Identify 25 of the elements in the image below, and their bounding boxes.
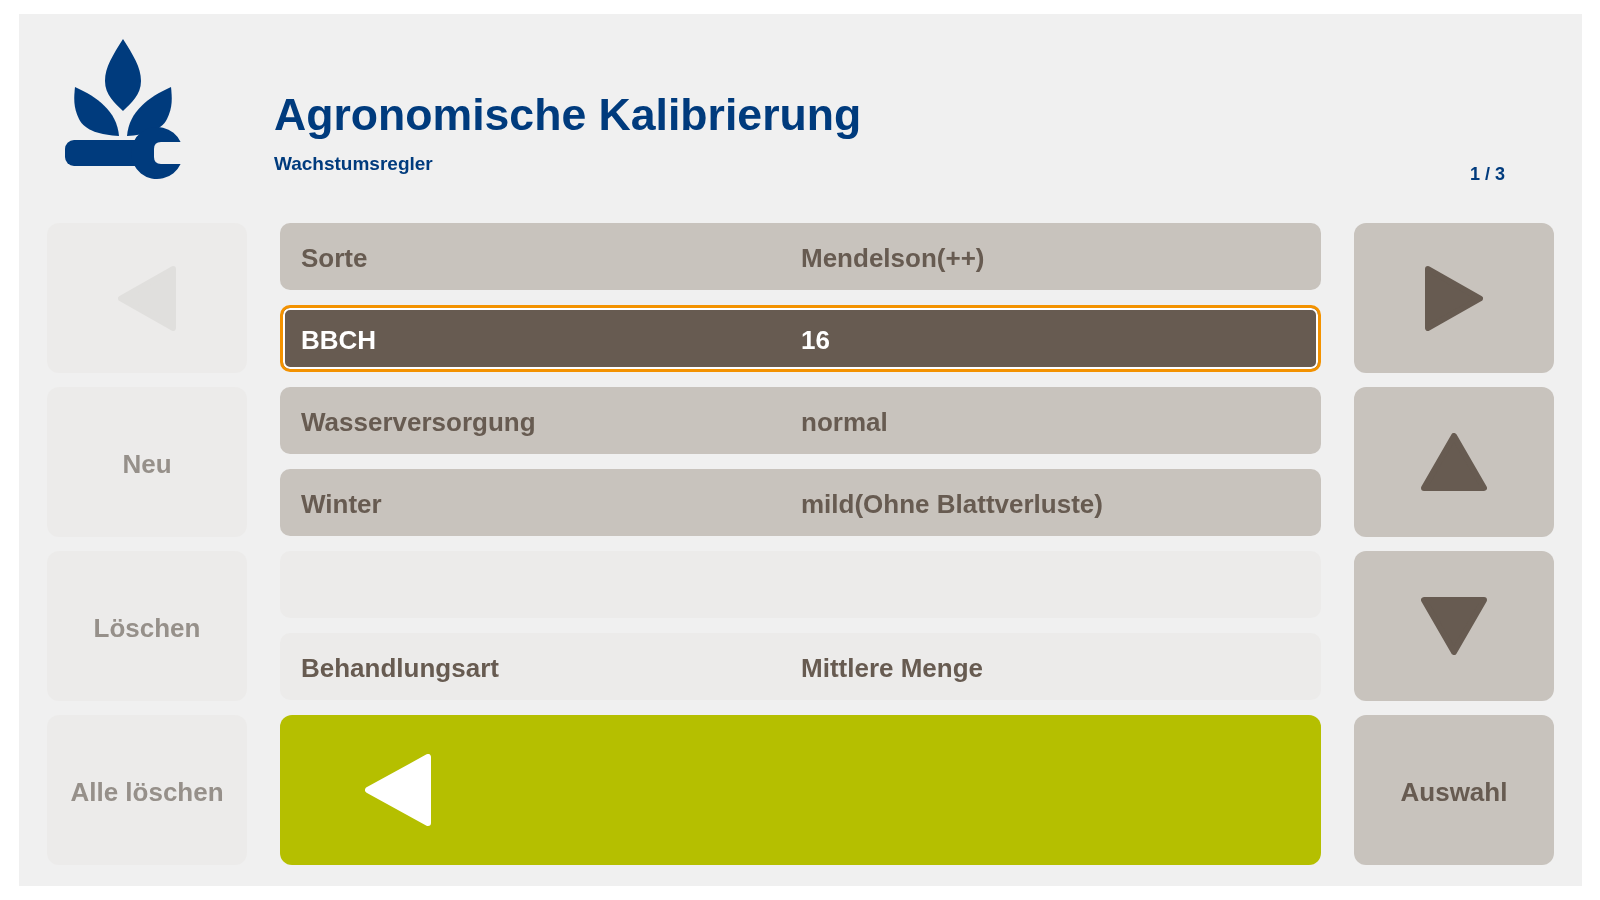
left-triangle-icon <box>365 754 431 826</box>
page-indicator: 1 / 3 <box>1469 163 1505 185</box>
setting-row[interactable]: Wasserversorgung normal <box>280 387 1321 454</box>
setting-row[interactable]: BBCH 16 <box>280 305 1321 372</box>
setting-row[interactable]: Sorte Mendelson(++) <box>280 223 1321 290</box>
setting-label: Behandlungsart <box>301 653 500 684</box>
setting-label: BBCH <box>301 325 378 356</box>
setting-label: Winter <box>301 489 383 520</box>
setting-value: 16 <box>801 325 831 356</box>
screen-title: Agronomische Kalibrierung <box>274 89 862 141</box>
action-button[interactable]: Auswahl <box>1354 715 1554 865</box>
setting-label: Wasserversorgung <box>301 407 537 438</box>
up-triangle-icon <box>1421 433 1487 491</box>
scroll-down-button[interactable] <box>1354 551 1554 701</box>
right-triangle-icon <box>1425 265 1483 331</box>
screen-subtitle: Wachstumsregler <box>274 152 433 176</box>
next-button[interactable] <box>1354 223 1554 373</box>
setting-row[interactable]: Winter mild(Ohne Blattverluste) <box>280 469 1321 536</box>
setting-label: Sorte <box>301 243 369 274</box>
setting-value: Mittlere Menge <box>801 653 985 684</box>
setting-value: mild(Ohne Blattverluste) <box>801 489 1104 520</box>
setting-value: Mendelson(++) <box>801 243 986 274</box>
scroll-up-button[interactable] <box>1354 387 1554 537</box>
down-triangle-icon <box>1421 597 1487 655</box>
setting-value: normal <box>801 407 889 438</box>
